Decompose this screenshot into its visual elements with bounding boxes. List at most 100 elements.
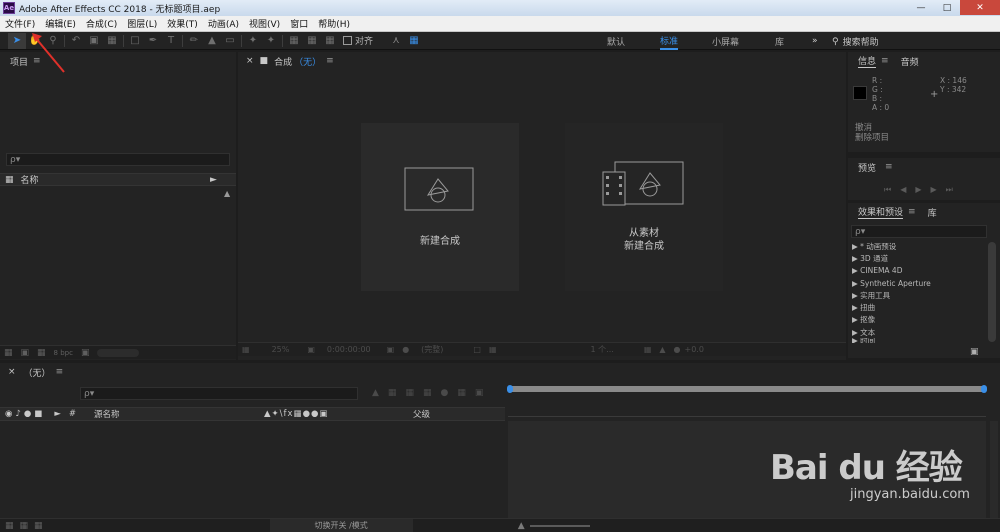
puppet-pin-tool-icon[interactable]: ✦ — [262, 33, 280, 49]
effects-category[interactable]: ▶ 3D 通道 — [848, 252, 988, 264]
snap-icon[interactable]: ⋏ — [387, 33, 405, 49]
graph-editor-icon[interactable]: ▦ — [457, 388, 466, 398]
layer-switches-toggle-icon[interactable]: ▦ — [5, 521, 14, 531]
column-source-name[interactable]: 源名称 — [94, 408, 120, 420]
exposure-icon[interactable]: ● — [674, 345, 681, 354]
menu-animation[interactable]: 动画(A) — [203, 17, 244, 30]
column-name[interactable]: 名称 — [21, 173, 39, 186]
workspace-standard[interactable]: 标准 — [660, 32, 679, 50]
new-comp-from-footage-card[interactable]: 从素材 新建合成 — [565, 123, 723, 291]
new-composition-icon[interactable]: ▦ — [37, 348, 46, 358]
effects-category[interactable]: ▶ CINEMA 4D — [848, 265, 988, 277]
zoom-out-icon[interactable]: ▲ — [518, 521, 525, 531]
always-preview-icon[interactable]: ▦ — [242, 345, 250, 354]
panel-menu-icon[interactable]: ≡ — [885, 162, 893, 172]
comp-markers-icon[interactable]: ▣ — [475, 388, 484, 398]
brush-tool-icon[interactable]: ✏ — [185, 33, 203, 49]
effects-category[interactable]: ▶ 扭曲 — [848, 301, 988, 313]
lock-icon[interactable]: ■ — [260, 56, 269, 66]
project-panel-title[interactable]: 项目 — [10, 55, 28, 68]
rotate-tool-icon[interactable]: ↶ — [67, 33, 85, 49]
effects-category[interactable]: ▶ Synthetic Aperture — [848, 277, 988, 289]
menu-effect[interactable]: 效果(T) — [162, 17, 203, 30]
first-frame-icon[interactable]: ⏮ — [884, 185, 891, 195]
layer-switches-header[interactable]: ▲✦\fx▦●●▣ — [264, 409, 328, 419]
next-frame-icon[interactable]: ▶ — [931, 185, 937, 195]
panel-menu-icon[interactable]: ≡ — [908, 207, 916, 217]
effects-category[interactable]: ▶ 抠像 — [848, 314, 988, 326]
3d-view-icon[interactable]: ▦ — [644, 345, 652, 354]
menu-help[interactable]: 帮助(H) — [313, 17, 355, 30]
maximize-button[interactable]: □ — [934, 0, 960, 15]
transparency-grid-icon[interactable]: ▦ — [489, 345, 497, 354]
rectangle-tool-icon[interactable]: □ — [126, 33, 144, 49]
interpret-footage-icon[interactable]: ▦ — [4, 348, 13, 358]
comp-flowchart-icon[interactable]: ▲ — [372, 388, 379, 398]
effects-category[interactable]: ▶ * 动画预设 — [848, 240, 988, 252]
roto-brush-tool-icon[interactable]: ✦ — [244, 33, 262, 49]
tab-info[interactable]: 信息 — [858, 54, 877, 68]
trash-icon[interactable]: ▣ — [81, 348, 90, 358]
workspace-library[interactable]: 库 — [775, 32, 784, 50]
snapshot-icon[interactable]: ▣ — [387, 345, 395, 354]
channel-icon[interactable]: ● — [402, 345, 409, 354]
align-checkbox[interactable] — [343, 36, 352, 45]
effects-category[interactable]: ▶ 文本 — [848, 326, 988, 338]
label-icon[interactable]: ► — [210, 175, 217, 185]
exposure-value[interactable]: +0.0 — [685, 345, 704, 354]
new-folder-icon[interactable]: ▣ — [970, 347, 979, 357]
sort-icon[interactable]: ▦ — [5, 175, 14, 185]
motion-blur-icon[interactable]: ● — [440, 388, 448, 398]
align-checkbox-group[interactable]: 对齐 — [343, 34, 373, 47]
snap-options-icon[interactable]: ▦ — [405, 33, 423, 49]
preview-title[interactable]: 预览 — [858, 161, 876, 174]
panel-menu-icon[interactable]: ≡ — [56, 367, 64, 377]
type-tool-icon[interactable]: T — [162, 33, 180, 49]
workspace-default[interactable]: 默认 — [607, 32, 625, 50]
region-of-interest-icon[interactable]: □ — [473, 345, 481, 354]
close-button[interactable]: ✕ — [960, 0, 1000, 15]
in-out-toggle-icon[interactable]: ▦ — [34, 521, 43, 531]
audio-icon[interactable]: ♪ — [15, 409, 20, 419]
play-icon[interactable]: ▶ — [915, 185, 921, 195]
frame-blending-icon[interactable]: ▦ — [423, 388, 432, 398]
effects-category[interactable]: ▶ 时间 — [848, 338, 988, 343]
shy-icon[interactable]: ▦ — [405, 388, 414, 398]
selection-tool-icon[interactable]: ➤ — [8, 32, 26, 49]
search-help[interactable]: ⚲ 搜索帮助 — [832, 35, 879, 49]
video-icon[interactable]: ◉ — [5, 409, 12, 419]
layer-number-icon[interactable]: # — [69, 409, 76, 419]
pan-behind-tool-icon[interactable]: ▦ — [103, 33, 121, 49]
lock-icon[interactable]: ■ — [34, 409, 42, 419]
work-area-end-handle[interactable] — [981, 385, 987, 393]
menu-window[interactable]: 窗口 — [285, 17, 313, 30]
transfer-controls-toggle-icon[interactable]: ▦ — [20, 521, 29, 531]
last-frame-icon[interactable]: ⏭ — [946, 185, 953, 195]
label-icon[interactable]: ► — [54, 409, 61, 419]
prev-frame-icon[interactable]: ◀ — [900, 185, 906, 195]
menu-file[interactable]: 文件(F) — [0, 17, 40, 30]
resolution-select[interactable]: (完整) — [421, 344, 443, 355]
zoom-select[interactable]: 25% — [272, 345, 290, 354]
new-composition-card[interactable]: 新建合成 — [361, 123, 519, 291]
timeline-search-input[interactable]: ρ▾ — [80, 387, 358, 400]
menu-composition[interactable]: 合成(C) — [81, 17, 122, 30]
bpc-label[interactable]: 8 bpc — [54, 349, 73, 357]
eraser-tool-icon[interactable]: ▭ — [221, 33, 239, 49]
flowchart-icon[interactable]: ▲ — [224, 189, 230, 198]
view-layout-select[interactable]: 1 个... — [591, 344, 614, 355]
solo-icon[interactable]: ● — [24, 409, 31, 419]
local-axis-icon[interactable]: ▦ — [285, 33, 303, 49]
search-help-input[interactable]: 搜索帮助 — [843, 35, 879, 48]
workspace-small-screen[interactable]: 小屏幕 — [712, 32, 739, 50]
close-tab-icon[interactable]: × — [246, 56, 254, 66]
view-axis-icon[interactable]: ▦ — [321, 33, 339, 49]
new-folder-icon[interactable]: ▣ — [21, 348, 30, 358]
draft-3d-icon[interactable]: ▦ — [388, 388, 397, 398]
column-parent[interactable]: 父级 — [413, 408, 430, 420]
effects-category[interactable]: ▶ 实用工具 — [848, 289, 988, 301]
composition-tab-label[interactable]: 合成 — [274, 55, 292, 68]
panel-menu-icon[interactable]: ≡ — [881, 56, 889, 66]
camera-tool-icon[interactable]: ▣ — [85, 33, 103, 49]
minimize-button[interactable]: — — [908, 0, 934, 15]
